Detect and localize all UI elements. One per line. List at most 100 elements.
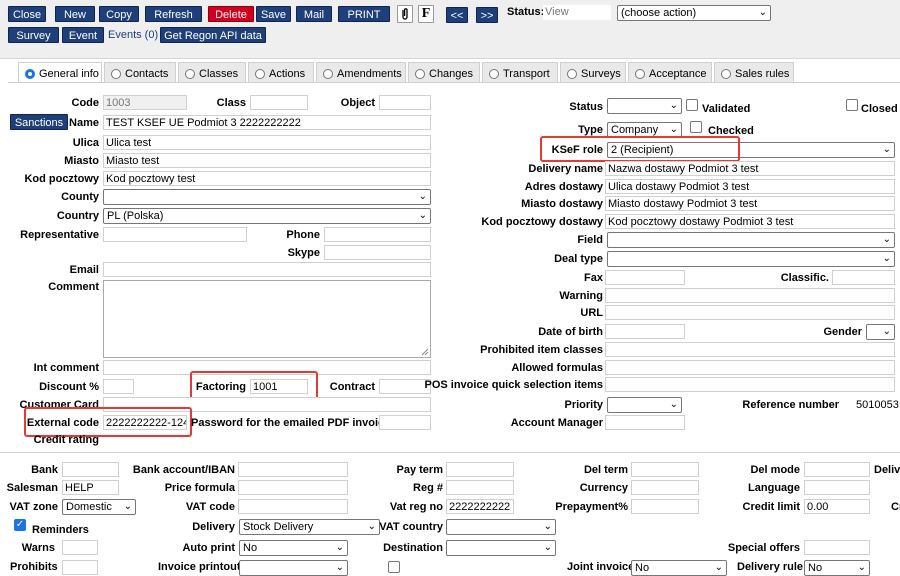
del-term-field[interactable] xyxy=(631,462,699,477)
county-select[interactable]: ⌄ xyxy=(103,189,431,205)
phone-field[interactable] xyxy=(324,227,431,242)
prohibits-field[interactable] xyxy=(62,560,98,575)
allowed-formulas-field[interactable] xyxy=(605,360,895,375)
tab-actions[interactable]: Actions xyxy=(248,62,314,82)
bank-field[interactable] xyxy=(62,462,119,477)
invoice-printout-select[interactable]: ⌄ xyxy=(239,560,348,576)
del-mode-field[interactable] xyxy=(804,462,870,477)
credit-limit-field[interactable]: 0.00 xyxy=(804,499,870,514)
contract-field[interactable] xyxy=(379,379,431,394)
resize-handle-icon[interactable] xyxy=(421,348,429,356)
account-manager-field[interactable] xyxy=(605,415,685,430)
next-record-button[interactable]: >> xyxy=(476,7,498,23)
representative-field[interactable] xyxy=(103,227,247,242)
special-offers-field[interactable] xyxy=(804,540,870,555)
mail-button[interactable]: Mail xyxy=(296,6,332,22)
auto-print-select[interactable]: No ⌄ xyxy=(239,540,348,556)
toolbar: Close New Copy Refresh Delete Save Mail … xyxy=(0,0,900,59)
sanctions-button[interactable]: Sanctions xyxy=(10,114,68,130)
warning-field[interactable] xyxy=(605,288,895,303)
vat-reg-no-field[interactable]: 2222222222 xyxy=(446,499,514,514)
vat-country-select[interactable]: ⌄ xyxy=(446,519,556,535)
vat-zone-select[interactable]: Domestic ⌄ xyxy=(62,499,136,515)
pay-term-label: Pay term xyxy=(396,464,443,476)
salesman-field[interactable]: HELP xyxy=(62,480,119,495)
closed-checkbox[interactable] xyxy=(846,99,858,111)
miasto-dostawy-field[interactable]: Miasto dostawy Podmiot 3 test xyxy=(605,196,895,211)
print-button[interactable]: PRINT xyxy=(338,6,390,22)
joint-invoice-select[interactable]: No ⌄ xyxy=(631,560,727,576)
kod-pocztowy-dostawy-field[interactable]: Kod pocztowy dostawy Podmiot 3 test xyxy=(605,214,895,229)
font-button[interactable]: F xyxy=(418,5,434,23)
warns-label: Warns xyxy=(21,542,55,554)
tab-sales-rules[interactable]: Sales rules xyxy=(714,62,794,82)
warns-field[interactable] xyxy=(62,540,98,555)
tab-contacts[interactable]: Contacts xyxy=(104,62,176,82)
date-of-birth-field[interactable] xyxy=(605,324,685,339)
object-field[interactable] xyxy=(379,95,431,110)
name-field[interactable]: TEST KSEF UE Podmiot 3 2222222222 xyxy=(103,115,431,130)
miasto-field[interactable]: Miasto test xyxy=(103,153,431,168)
email-field[interactable] xyxy=(103,262,431,277)
action-select[interactable]: (choose action) ⌄ xyxy=(617,5,771,21)
tab-transport[interactable]: Transport xyxy=(482,62,558,82)
comment-label: Comment xyxy=(48,281,99,293)
prohibited-item-classes-field[interactable] xyxy=(605,342,895,357)
tab-general-info[interactable]: General info xyxy=(18,62,102,82)
ulica-field[interactable]: Ulica test xyxy=(103,135,431,150)
deal-type-select[interactable]: ⌄ xyxy=(607,251,895,267)
destination-select[interactable]: ⌄ xyxy=(446,540,556,556)
pos-quick-items-field[interactable] xyxy=(605,377,895,392)
get-regon-button[interactable]: Get Regon API data xyxy=(160,27,266,43)
country-select[interactable]: PL (Polska) ⌄ xyxy=(103,208,431,224)
fax-field[interactable] xyxy=(605,270,685,285)
code-field[interactable]: 1003 xyxy=(103,95,187,110)
tab-surveys[interactable]: Surveys xyxy=(560,62,626,82)
url-field[interactable] xyxy=(605,305,895,320)
checked-checkbox[interactable] xyxy=(690,121,702,133)
event-button[interactable]: Event xyxy=(62,27,104,43)
discount-field[interactable] xyxy=(103,379,134,394)
field-select[interactable]: ⌄ xyxy=(607,232,895,248)
price-formula-field[interactable] xyxy=(238,480,348,495)
status-select[interactable]: ⌄ xyxy=(607,98,682,114)
classific-field[interactable] xyxy=(832,270,895,285)
prev-record-button[interactable]: << xyxy=(446,7,468,23)
delivery-select[interactable]: Stock Delivery ⌄ xyxy=(239,519,380,535)
survey-button[interactable]: Survey xyxy=(8,27,59,43)
pay-term-field[interactable] xyxy=(446,462,514,477)
language-field[interactable] xyxy=(804,480,870,495)
password-pdf-field[interactable] xyxy=(379,415,431,430)
vat-code-field[interactable] xyxy=(238,499,348,514)
delete-button[interactable]: Delete xyxy=(208,6,254,22)
tab-acceptance[interactable]: Acceptance xyxy=(628,62,712,82)
adres-dostawy-field[interactable]: Ulica dostawy Podmiot 3 test xyxy=(605,179,895,194)
priority-select[interactable]: ⌄ xyxy=(607,397,682,413)
gender-select[interactable]: ⌄ xyxy=(866,324,895,340)
reminders-checkbox[interactable]: ✓ xyxy=(14,519,26,531)
close-button[interactable]: Close xyxy=(8,6,46,22)
copy-button[interactable]: Copy xyxy=(99,6,139,22)
new-button[interactable]: New xyxy=(55,6,95,22)
kod-pocztowy-field[interactable]: Kod pocztowy test xyxy=(103,171,431,186)
events-link[interactable]: Events (0) xyxy=(108,29,158,41)
bank-account-field[interactable] xyxy=(238,462,348,477)
validated-checkbox[interactable] xyxy=(686,99,698,111)
tab-amendments[interactable]: Amendments xyxy=(316,62,406,82)
bottom-checkbox[interactable] xyxy=(388,561,400,573)
delivery-name-field[interactable]: Nazwa dostawy Podmiot 3 test xyxy=(605,161,895,176)
class-field[interactable] xyxy=(250,95,308,110)
delivery-rule-select[interactable]: No ⌄ xyxy=(804,560,870,576)
skype-field[interactable] xyxy=(324,245,431,260)
reg-field[interactable] xyxy=(446,480,514,495)
del-mode-label: Del mode xyxy=(750,464,800,476)
prepayment-field[interactable] xyxy=(631,499,699,514)
currency-field[interactable] xyxy=(631,480,699,495)
chevron-down-icon: ⌄ xyxy=(367,521,376,532)
tab-classes[interactable]: Classes xyxy=(178,62,246,82)
comment-textarea[interactable] xyxy=(103,280,431,358)
tab-changes[interactable]: Changes xyxy=(408,62,480,82)
refresh-button[interactable]: Refresh xyxy=(145,6,202,22)
save-button[interactable]: Save xyxy=(256,6,291,22)
paperclip-icon[interactable] xyxy=(397,5,413,23)
